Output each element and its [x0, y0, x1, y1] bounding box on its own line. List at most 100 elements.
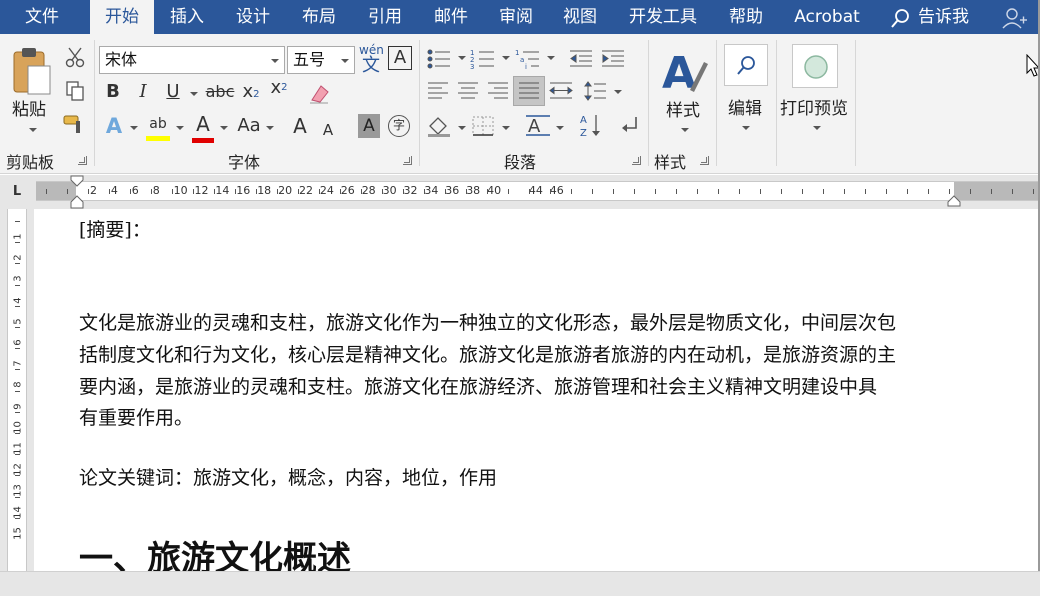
chinese-layout-icon[interactable]: A	[524, 112, 552, 138]
styles-icon[interactable]: A	[660, 44, 708, 96]
underline-button[interactable]: U	[162, 80, 184, 104]
clipboard-launcher[interactable]	[78, 156, 87, 165]
font-size-combo[interactable]: 五号	[287, 46, 355, 74]
multilevel-list-icon[interactable]: 1ai	[515, 48, 545, 70]
right-indent-marker[interactable]	[947, 193, 961, 207]
print-preview-button[interactable]: 打印预览	[780, 94, 848, 119]
tab-layout[interactable]: 布局	[288, 0, 350, 34]
copy-icon[interactable]	[64, 80, 86, 102]
line-spacing-icon[interactable]	[584, 80, 608, 102]
strikethrough-button[interactable]: abc	[204, 80, 236, 104]
char-border-button[interactable]: A	[388, 46, 412, 70]
document-page[interactable]: [摘要]： 文化是旅游业的灵魂和支柱，旅游文化作为一种独立的文化形态，最外层是物…	[34, 209, 1038, 571]
cut-icon[interactable]	[64, 46, 86, 68]
paste-icon[interactable]	[12, 46, 52, 96]
ruler-tick	[613, 189, 614, 194]
shading-dropdown[interactable]	[458, 126, 466, 130]
styles-launcher[interactable]	[700, 156, 709, 165]
ruler-tick	[46, 189, 47, 194]
indent-markers[interactable]	[70, 175, 84, 209]
paragraph-line-1: 文化是旅游业的灵魂和支柱，旅游文化作为一种独立的文化形态，最外层是物质文化，中间…	[79, 312, 897, 334]
superscript-button[interactable]: x2	[268, 76, 290, 100]
styles-dropdown[interactable]	[681, 128, 689, 132]
vertical-ruler[interactable]: 1 2 3 4 5 6 7 8 9 10 11 12 13 14 15	[7, 209, 27, 571]
ruler-number: 32	[403, 184, 418, 197]
print-preview-icon-box[interactable]	[792, 44, 838, 88]
text-effects-dropdown[interactable]	[130, 126, 138, 130]
sort-icon[interactable]: AZ	[578, 112, 604, 140]
ruler-number: 30	[382, 184, 397, 197]
ruler-number: 10	[173, 184, 188, 197]
tab-help[interactable]: 帮助	[714, 0, 778, 34]
multilevel-dropdown[interactable]	[547, 56, 555, 60]
tab-insert[interactable]: 插入	[156, 0, 218, 34]
editing-icon-box[interactable]	[724, 44, 768, 86]
format-painter-icon[interactable]	[62, 112, 88, 136]
ruler-number: 6	[131, 184, 139, 197]
font-color-button[interactable]: A	[190, 112, 216, 143]
text-effects-button[interactable]: A	[102, 114, 126, 138]
styles-button[interactable]: 样式	[666, 96, 700, 121]
ruler-number: 34	[424, 184, 439, 197]
numbering-icon[interactable]: 123	[470, 48, 500, 70]
tab-home[interactable]: 开始	[90, 0, 154, 36]
print-preview-dropdown[interactable]	[813, 126, 821, 130]
tab-review[interactable]: 审阅	[485, 0, 547, 34]
tab-view[interactable]: 视图	[549, 0, 611, 34]
justify-button[interactable]	[513, 76, 545, 106]
change-case-button[interactable]: Aa	[234, 114, 264, 138]
paste-dropdown[interactable]	[29, 128, 37, 132]
font-launcher[interactable]	[403, 156, 412, 165]
tab-references[interactable]: 引用	[354, 0, 416, 34]
subscript-button[interactable]: x2	[240, 80, 262, 107]
clear-formatting-icon[interactable]	[308, 82, 330, 104]
ruler-tick	[676, 189, 677, 194]
paragraph-shading-icon[interactable]	[426, 114, 454, 138]
change-case-dropdown[interactable]	[266, 126, 274, 130]
paragraph-launcher[interactable]	[632, 156, 641, 165]
bullets-dropdown[interactable]	[458, 56, 466, 60]
ruler-tick	[928, 189, 929, 194]
tab-acrobat[interactable]: Acrobat	[782, 0, 872, 34]
line-spacing-dropdown[interactable]	[614, 90, 622, 94]
tab-design[interactable]: 设计	[222, 0, 284, 34]
shrink-font-button[interactable]: A	[318, 118, 338, 142]
borders-dropdown[interactable]	[502, 126, 510, 130]
ruler-number: 22	[299, 184, 313, 197]
align-center-icon[interactable]	[456, 80, 480, 102]
align-left-icon[interactable]	[426, 80, 450, 102]
italic-button[interactable]: I	[132, 80, 154, 104]
numbering-dropdown[interactable]	[502, 56, 510, 60]
editing-button[interactable]: 编辑	[728, 94, 762, 119]
bullets-icon[interactable]	[426, 48, 456, 70]
highlight-button[interactable]: ab	[144, 112, 172, 141]
horizontal-ruler[interactable]: 2 4 6 8 10 12 14 16 18 20 22 24 26 28 30 32 34 36 38 40 44 46	[36, 181, 1040, 201]
distributed-align-icon[interactable]	[548, 80, 574, 102]
bold-button[interactable]: B	[102, 80, 124, 104]
tab-mailings[interactable]: 邮件	[420, 0, 482, 34]
borders-icon[interactable]	[470, 114, 496, 138]
grow-font-button[interactable]: A	[288, 114, 312, 138]
tab-developer[interactable]: 开发工具	[616, 0, 710, 34]
font-name-combo[interactable]: 宋体	[99, 46, 285, 74]
enclose-char-button[interactable]: 字	[388, 115, 410, 137]
editing-dropdown[interactable]	[742, 126, 750, 130]
font-color-dropdown[interactable]	[220, 126, 228, 130]
tab-file[interactable]: 文件	[10, 0, 74, 34]
char-shading-button[interactable]: A	[358, 114, 380, 138]
chevron-down-icon	[271, 59, 279, 63]
paragraph-line-4: 有重要作用。	[79, 407, 194, 429]
align-right-icon[interactable]	[486, 80, 510, 102]
share-person-icon[interactable]	[1000, 6, 1028, 30]
menu-bar: 文件 开始 插入 设计 布局 引用 邮件 审阅 视图 开发工具 帮助 Acrob…	[0, 0, 1040, 36]
chinese-layout-dropdown[interactable]	[556, 126, 564, 130]
underline-dropdown[interactable]	[190, 92, 198, 96]
paste-button[interactable]: 粘贴	[12, 95, 46, 120]
tab-stop-selector[interactable]: L	[6, 181, 28, 203]
highlight-dropdown[interactable]	[176, 126, 184, 130]
phonetic-guide-button[interactable]: wén 文	[359, 44, 384, 76]
ruler-tick	[214, 189, 215, 194]
show-marks-icon[interactable]	[618, 114, 642, 138]
decrease-indent-icon[interactable]	[568, 48, 594, 70]
increase-indent-icon[interactable]	[600, 48, 626, 70]
